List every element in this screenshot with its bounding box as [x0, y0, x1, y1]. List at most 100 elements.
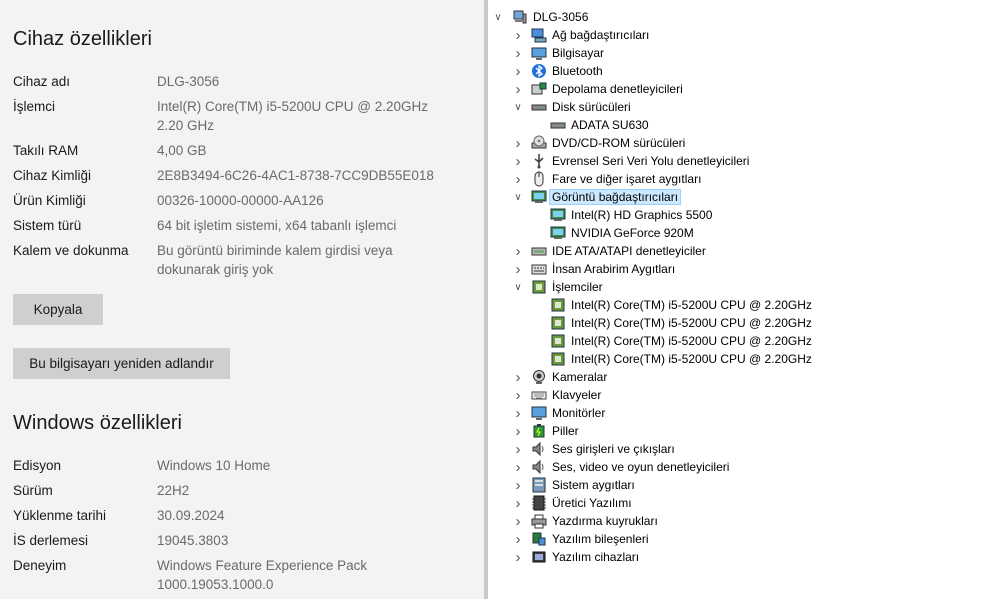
- spec-value-line2: 1000.19053.1000.0: [157, 577, 274, 592]
- tree-node-network[interactable]: › Ağ bağdaştırıcıları: [516, 26, 650, 44]
- dvd-icon: [531, 135, 547, 149]
- spec-value: 30.09.2024: [157, 508, 225, 523]
- tree-node-speaker[interactable]: › Ses, video ve oyun denetleyicileri: [516, 458, 730, 476]
- device-specs-title: Cihaz özellikleri: [13, 28, 152, 50]
- device-manager-tree[interactable]: ∨ DLG-3056 › Ağ bağdaştırıcıları › Bilgisay…: [488, 0, 1008, 599]
- spec-value-line2: dokunarak giriş yok: [157, 262, 274, 277]
- tree-node-software-component[interactable]: › Yazılım bileşenleri: [516, 530, 649, 548]
- tree-node-display-adapter[interactable]: NVIDIA GeForce 920M: [550, 224, 694, 242]
- tree-node-bluetooth[interactable]: › Bluetooth: [516, 62, 603, 80]
- tree-node-label: Görüntü bağdaştırıcıları: [548, 189, 682, 205]
- tree-node-speaker[interactable]: › Ses girişleri ve çıkışları: [516, 440, 675, 458]
- spec-value: 00326-10000-00000-AA126: [157, 193, 324, 208]
- display-adapter-icon: [531, 190, 547, 203]
- chevron-right-icon[interactable]: ›: [512, 512, 524, 530]
- tree-node-label: Intel(R) Core(TM) i5-5200U CPU @ 2.20GHz: [571, 352, 812, 366]
- processor-icon: [551, 334, 565, 348]
- tree-node-battery[interactable]: › Piller: [516, 422, 579, 440]
- chevron-right-icon[interactable]: ›: [512, 260, 524, 278]
- tree-node-usb[interactable]: › Evrensel Seri Veri Yolu denetleyicileri: [516, 152, 750, 170]
- tree-node-dvd[interactable]: › DVD/CD-ROM sürücüleri: [516, 134, 686, 152]
- chevron-down-icon[interactable]: ∨: [512, 278, 524, 296]
- chevron-right-icon[interactable]: ›: [512, 44, 524, 62]
- storage-controller-icon: [531, 82, 547, 95]
- processor-icon: [551, 298, 565, 312]
- tree-node-label: Piller: [552, 424, 579, 438]
- chevron-right-icon[interactable]: ›: [512, 62, 524, 80]
- tree-node-disk-drive[interactable]: ADATA SU630: [550, 116, 649, 134]
- tree-node-display-adapter[interactable]: ∨ Görüntü bağdaştırıcıları: [514, 188, 682, 206]
- tree-node-label: Kameralar: [552, 370, 608, 384]
- spec-value: 22H2: [157, 483, 190, 498]
- tree-node-hid[interactable]: › İnsan Arabirim Aygıtları: [516, 260, 676, 278]
- spec-value-line1: Bu görüntü biriminde kalem girdisi veya: [157, 243, 393, 258]
- processor-icon: [551, 352, 565, 366]
- spec-key: Cihaz Kimliği: [13, 168, 92, 183]
- tree-root[interactable]: ∨ DLG-3056: [494, 8, 588, 26]
- copy-button[interactable]: Kopyala: [13, 294, 103, 325]
- chevron-right-icon[interactable]: ›: [512, 80, 524, 98]
- tree-node-label: İşlemciler: [552, 280, 603, 294]
- tree-node-firmware[interactable]: › Üretici Yazılımı: [516, 494, 632, 512]
- tree-node-label: Ağ bağdaştırıcıları: [552, 28, 650, 42]
- tree-node-printer[interactable]: › Yazdırma kuyrukları: [516, 512, 658, 530]
- tree-node-label: Intel(R) Core(TM) i5-5200U CPU @ 2.20GHz: [571, 334, 812, 348]
- tree-node-computer[interactable]: › Bilgisayar: [516, 44, 605, 62]
- chevron-down-icon[interactable]: ∨: [512, 188, 524, 206]
- tree-node-label: Evrensel Seri Veri Yolu denetleyicileri: [552, 154, 750, 168]
- chevron-right-icon[interactable]: ›: [512, 386, 524, 404]
- tree-node-label: Fare ve diğer işaret aygıtları: [552, 172, 702, 186]
- bluetooth-icon: [532, 64, 546, 78]
- spec-value: 19045.3803: [157, 533, 229, 548]
- chevron-right-icon[interactable]: ›: [512, 404, 524, 422]
- tree-node-processor[interactable]: Intel(R) Core(TM) i5-5200U CPU @ 2.20GHz: [550, 350, 812, 368]
- chevron-right-icon[interactable]: ›: [512, 422, 524, 440]
- spec-key: Deneyim: [13, 558, 67, 573]
- chevron-right-icon[interactable]: ›: [512, 548, 524, 566]
- hid-icon: [531, 264, 547, 275]
- tree-node-keyboard[interactable]: › Klavyeler: [516, 386, 602, 404]
- tree-node-camera[interactable]: › Kameralar: [516, 368, 608, 386]
- chevron-down-icon[interactable]: ∨: [492, 8, 504, 26]
- spec-value: 4,00 GB: [157, 143, 207, 158]
- tree-node-software-device[interactable]: › Yazılım cihazları: [516, 548, 640, 566]
- tree-node-display-adapter[interactable]: Intel(R) HD Graphics 5500: [550, 206, 712, 224]
- chevron-right-icon[interactable]: ›: [512, 152, 524, 170]
- spec-key: Cihaz adı: [13, 74, 71, 89]
- tree-node-ide[interactable]: › IDE ATA/ATAPI denetleyiciler: [516, 242, 706, 260]
- tree-node-label: Intel(R) Core(TM) i5-5200U CPU @ 2.20GHz: [571, 298, 812, 312]
- ide-icon: [531, 247, 547, 256]
- tree-node-processor[interactable]: Intel(R) Core(TM) i5-5200U CPU @ 2.20GHz: [550, 314, 812, 332]
- spec-key: Yüklenme tarihi: [13, 508, 107, 523]
- chevron-right-icon[interactable]: ›: [512, 530, 524, 548]
- rename-pc-button[interactable]: Bu bilgisayarı yeniden adlandır: [13, 348, 230, 379]
- spec-key: Edisyon: [13, 458, 62, 473]
- chevron-down-icon[interactable]: ∨: [512, 98, 524, 116]
- chevron-right-icon[interactable]: ›: [512, 242, 524, 260]
- spec-key: Sürüm: [13, 483, 53, 498]
- tree-node-processor[interactable]: ∨ İşlemciler: [514, 278, 603, 296]
- tree-node-label: Bilgisayar: [552, 46, 605, 60]
- chevron-right-icon[interactable]: ›: [512, 134, 524, 152]
- processor-icon: [532, 280, 546, 294]
- keyboard-icon: [531, 391, 547, 400]
- tree-node-label: Depolama denetleyicileri: [552, 82, 683, 96]
- tree-node-mouse[interactable]: › Fare ve diğer işaret aygıtları: [516, 170, 702, 188]
- tree-node-storage-controller[interactable]: › Depolama denetleyicileri: [516, 80, 683, 98]
- chevron-right-icon[interactable]: ›: [512, 440, 524, 458]
- chevron-right-icon[interactable]: ›: [512, 494, 524, 512]
- chevron-right-icon[interactable]: ›: [512, 170, 524, 188]
- tree-node-processor[interactable]: Intel(R) Core(TM) i5-5200U CPU @ 2.20GHz: [550, 296, 812, 314]
- tree-node-label: Intel(R) HD Graphics 5500: [571, 208, 713, 222]
- spec-value: Windows 10 Home: [157, 458, 271, 473]
- speaker-icon: [532, 459, 544, 475]
- tree-node-system-device[interactable]: › Sistem aygıtları: [516, 476, 635, 494]
- tree-node-label: Sistem aygıtları: [552, 478, 635, 492]
- chevron-right-icon[interactable]: ›: [512, 476, 524, 494]
- chevron-right-icon[interactable]: ›: [512, 368, 524, 386]
- tree-node-disk-drive[interactable]: ∨ Disk sürücüleri: [514, 98, 630, 116]
- chevron-right-icon[interactable]: ›: [512, 458, 524, 476]
- tree-node-monitor[interactable]: › Monitörler: [516, 404, 606, 422]
- chevron-right-icon[interactable]: ›: [512, 26, 524, 44]
- tree-node-processor[interactable]: Intel(R) Core(TM) i5-5200U CPU @ 2.20GHz: [550, 332, 812, 350]
